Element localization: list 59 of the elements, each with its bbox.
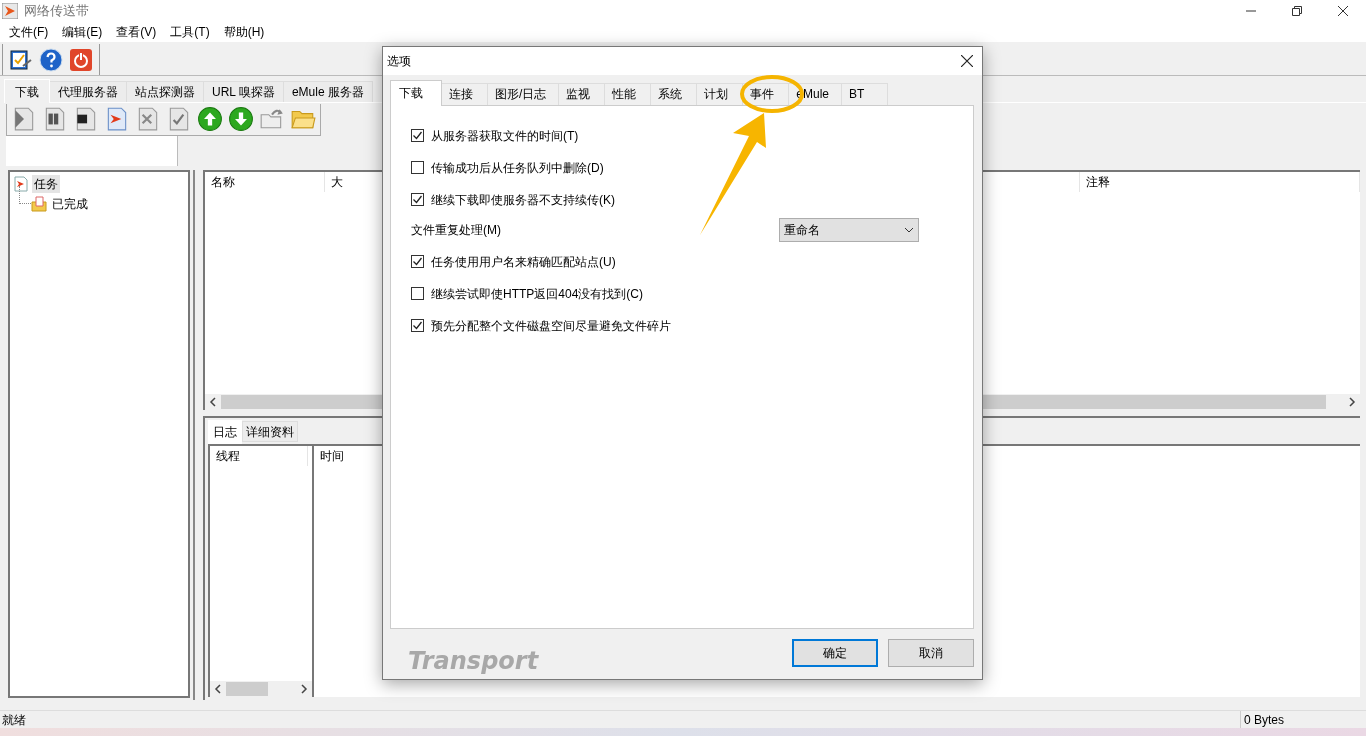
tab[interactable]: 图形/日志: [488, 82, 560, 105]
checkbox[interactable]: [411, 129, 424, 143]
tab[interactable]: eMule 服务器: [283, 81, 373, 102]
dialog-button[interactable]: 确定: [792, 639, 878, 667]
window-title: 网络传送带: [24, 2, 89, 21]
tab[interactable]: 监视: [559, 82, 606, 105]
move-up-icon[interactable]: [197, 106, 223, 132]
tab[interactable]: 站点探测器: [127, 81, 204, 102]
help-icon[interactable]: [39, 47, 63, 72]
menu-item[interactable]: 帮助(H): [216, 22, 272, 42]
folder-document-icon: [31, 196, 47, 212]
column-header[interactable]: 注释: [1080, 172, 1360, 192]
checkbox[interactable]: [411, 287, 424, 301]
tab[interactable]: 下载: [4, 79, 50, 103]
checkbox-label: 继续尝试即使HTTP返回404没有找到(C): [431, 285, 643, 303]
checkbox[interactable]: [411, 193, 424, 207]
checkbox-label: 继续下载即使服务器不支持续传(K): [431, 191, 615, 209]
task-document-icon: [13, 176, 29, 192]
dialog-button[interactable]: 取消: [888, 639, 974, 667]
close-icon[interactable]: [961, 55, 973, 67]
move-down-icon[interactable]: [228, 106, 254, 132]
status-text: 就绪: [1, 711, 27, 729]
menu-item[interactable]: 工具(T): [163, 22, 217, 42]
dropdown[interactable]: 重命名: [779, 217, 919, 242]
checkbox[interactable]: [411, 319, 424, 333]
field-label: 文件重复处理(M): [411, 221, 502, 239]
tree-item[interactable]: 任务: [32, 175, 60, 193]
column-header[interactable]: 名称: [205, 172, 325, 192]
tab[interactable]: 连接: [442, 82, 488, 105]
power-icon[interactable]: [69, 47, 93, 72]
address-field[interactable]: [6, 136, 178, 166]
checkbox-label: 从服务器获取文件的时间(T): [431, 127, 579, 145]
tab[interactable]: 详细资料: [242, 421, 298, 442]
tab[interactable]: 事件: [743, 82, 790, 105]
restore-icon[interactable]: [1292, 6, 1302, 16]
tab[interactable]: BT: [842, 82, 889, 105]
horizontal-scrollbar[interactable]: [210, 681, 312, 697]
checkbox[interactable]: [411, 161, 424, 175]
close-icon[interactable]: [1338, 6, 1348, 16]
dialog-title: 选项: [387, 53, 411, 70]
logo-text: Transport: [408, 646, 539, 677]
column-header[interactable]: 线程: [210, 446, 308, 466]
tree-item[interactable]: 已完成: [50, 195, 90, 213]
app-logo-icon: [2, 3, 18, 19]
tab[interactable]: URL 嗅探器: [204, 81, 284, 102]
checkbox[interactable]: [411, 255, 424, 269]
menu-item[interactable]: 查看(V): [109, 22, 164, 42]
menu-item[interactable]: 编辑(E): [55, 22, 110, 42]
checkbox-label: 预先分配整个文件磁盘空间尽量避免文件碎片: [431, 317, 671, 335]
tab[interactable]: 系统: [651, 82, 698, 105]
tab[interactable]: 性能: [605, 82, 652, 105]
tab[interactable]: 下载: [390, 79, 442, 106]
tab[interactable]: 日志: [208, 420, 242, 444]
options-toolbar-icon[interactable]: [9, 47, 33, 72]
menu-item[interactable]: 文件(F): [2, 22, 56, 42]
checkbox-label: 传输成功后从任务队列中删除(D): [431, 159, 604, 177]
tab[interactable]: 代理服务器: [50, 81, 127, 102]
tab[interactable]: 计划: [697, 82, 744, 105]
checkbox-label: 任务使用用户名来精确匹配站点(U): [431, 253, 616, 271]
